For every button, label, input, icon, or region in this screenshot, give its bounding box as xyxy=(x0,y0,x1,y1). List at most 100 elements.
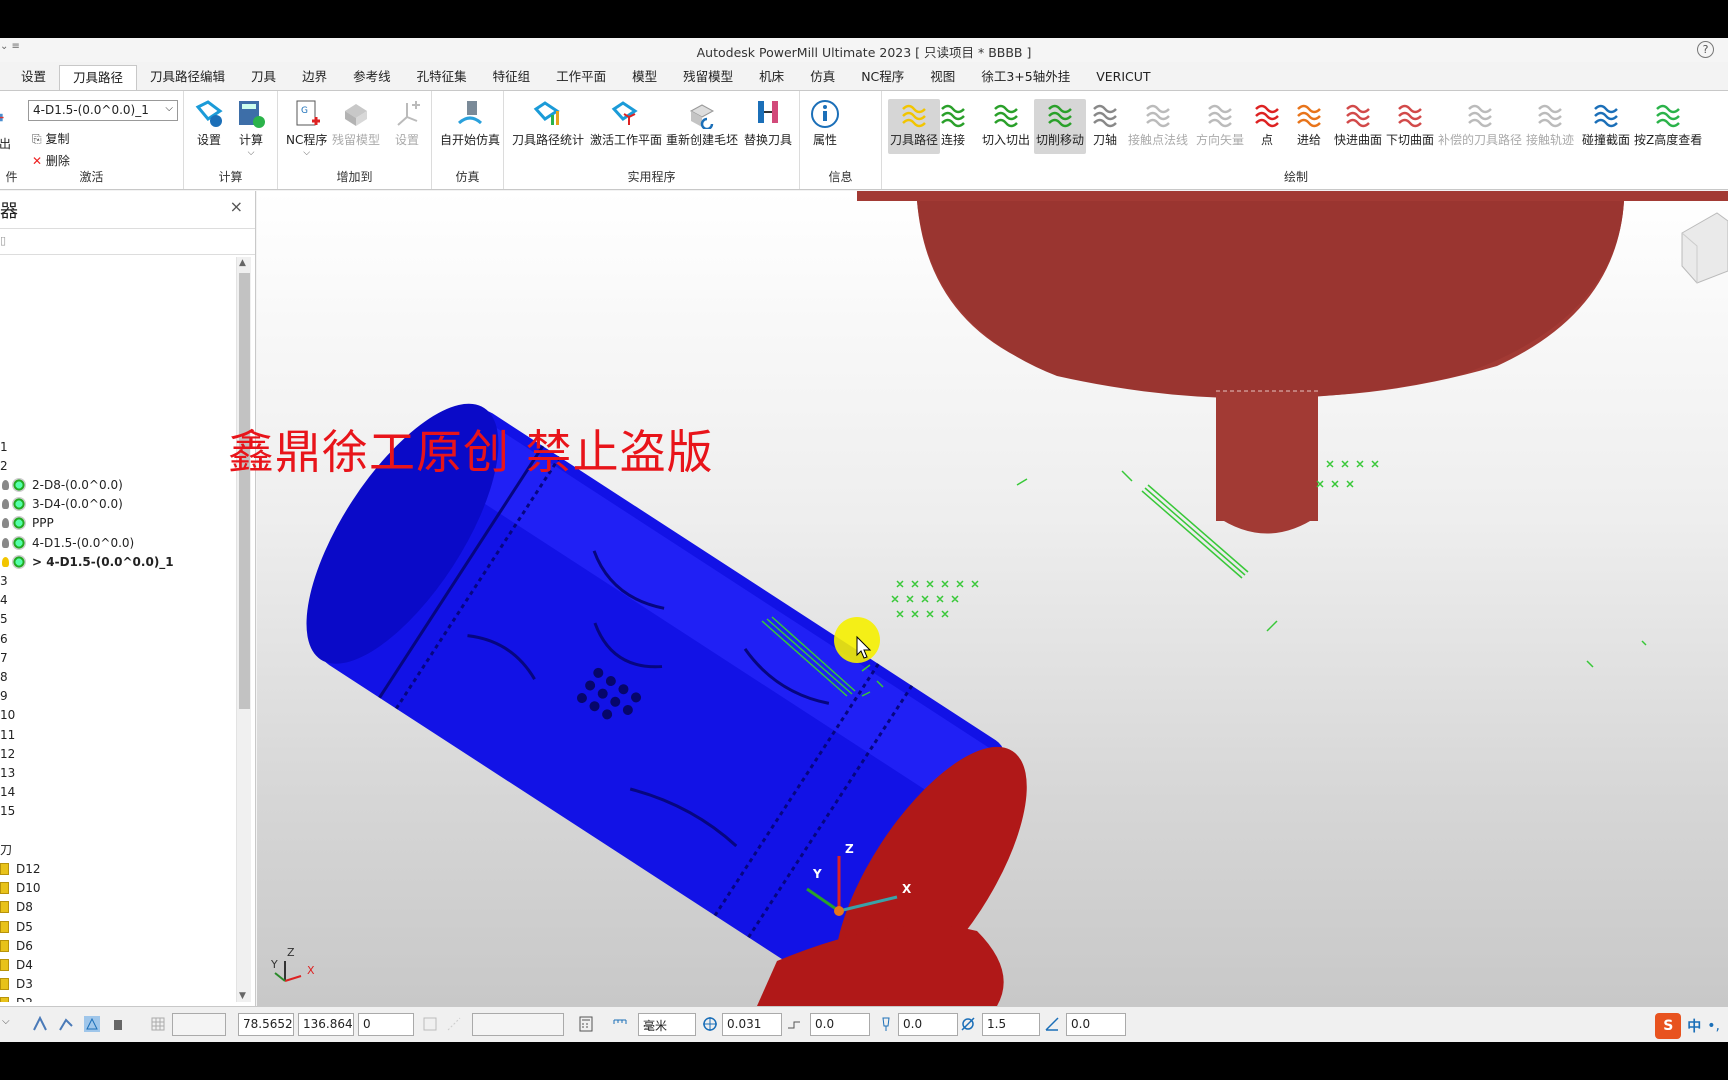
tree-item[interactable]: 4 xyxy=(0,591,8,610)
tab-10[interactable]: 残留模型 xyxy=(670,65,746,90)
add-nc-dropdown-icon[interactable]: ⌵ xyxy=(286,148,327,158)
toolpath-item[interactable]: PPP xyxy=(0,514,54,533)
lightbulb-icon[interactable] xyxy=(2,518,9,529)
workplane-snap-icon[interactable] xyxy=(84,1016,100,1032)
calculator-status-icon[interactable] xyxy=(578,1016,594,1032)
lightbulb-icon[interactable] xyxy=(2,537,9,548)
replace-tool-button[interactable]: 替换刀具 xyxy=(744,99,792,148)
tab-15[interactable]: 徐工3+5轴外挂 xyxy=(968,65,1083,90)
explorer-scrollbar[interactable]: ▲ ▼ xyxy=(236,257,251,1002)
draw-item-8[interactable]: 进给 xyxy=(1294,99,1324,148)
tree-item[interactable]: 3 xyxy=(0,571,8,590)
diameter-field[interactable]: 1.5 xyxy=(982,1013,1040,1036)
graphics-viewport[interactable]: Z Y X Z Y X xyxy=(257,191,1728,1006)
toolpath-item[interactable]: 4-D1.5-(0.0^0.0) xyxy=(0,533,134,552)
draw-item-3[interactable]: 切削移动 xyxy=(1034,99,1087,154)
tree-item[interactable]: 8 xyxy=(0,667,8,686)
tool-item[interactable]: D4 xyxy=(0,955,33,974)
tab-8[interactable]: 工作平面 xyxy=(543,65,619,90)
tree-item[interactable]: 1 xyxy=(0,437,8,456)
scrollbar-thumb[interactable] xyxy=(239,273,250,709)
tree-item[interactable]: 11 xyxy=(0,725,15,744)
draw-item-9[interactable]: 快进曲面 xyxy=(1334,99,1382,148)
axial-thickness-field[interactable]: 0.0 xyxy=(898,1013,958,1036)
tolerance-field[interactable]: 0.031 xyxy=(722,1013,782,1036)
explorer-filter-icon[interactable]: ▯ xyxy=(0,234,6,247)
draw-item-10[interactable]: 下切曲面 xyxy=(1386,99,1434,148)
draw-item-4[interactable]: 刀轴 xyxy=(1090,99,1120,148)
scroll-down-icon[interactable]: ▼ xyxy=(239,991,246,1001)
tab-11[interactable]: 机床 xyxy=(746,65,797,90)
tab-3[interactable]: 刀具 xyxy=(238,65,289,90)
tool-item[interactable]: D3 xyxy=(0,975,33,994)
angle-field[interactable]: 0.0 xyxy=(1066,1013,1126,1036)
compute-button[interactable]: 计算 ⌵ xyxy=(236,99,266,158)
draw-item-14[interactable]: 按Z高度查看 xyxy=(1634,99,1702,148)
output-button[interactable]: 出 xyxy=(0,103,12,152)
grid-field[interactable] xyxy=(172,1013,226,1036)
tab-2[interactable]: 刀具路径编辑 xyxy=(137,65,238,90)
toolpath-item[interactable]: 3-D4-(0.0^0.0) xyxy=(0,495,123,514)
tab-12[interactable]: 仿真 xyxy=(797,65,848,90)
draw-item-2[interactable]: 切入切出 xyxy=(982,99,1030,148)
delete-button[interactable]: ✕ 删除 xyxy=(32,152,70,169)
tab-14[interactable]: 视图 xyxy=(917,65,968,90)
grid-icon[interactable] xyxy=(150,1016,166,1032)
coord-mode-icon[interactable] xyxy=(422,1016,438,1032)
tab-9[interactable]: 模型 xyxy=(619,65,670,90)
lightbulb-icon[interactable] xyxy=(2,479,9,490)
tree-item[interactable]: 13 xyxy=(0,763,15,782)
tool-item[interactable]: D5 xyxy=(0,917,33,936)
units-field[interactable]: 毫米 xyxy=(638,1013,696,1036)
snap-icon[interactable] xyxy=(58,1016,74,1032)
draw-item-0[interactable]: 刀具路径 xyxy=(888,99,941,154)
help-icon[interactable]: ? xyxy=(1697,41,1714,58)
tree-item[interactable]: 7 xyxy=(0,648,8,667)
tab-7[interactable]: 特征组 xyxy=(480,65,544,90)
toolpath-stats-button[interactable]: 刀具路径统计 xyxy=(512,99,584,148)
tree-item[interactable]: 5 xyxy=(0,610,8,629)
tool-item[interactable]: D2 xyxy=(0,994,33,1002)
toolpath-item[interactable]: 2-D8-(0.0^0.0) xyxy=(0,475,123,494)
active-toolpath-select[interactable]: 4-D1.5-(0.0^0.0)_1 ⌵ xyxy=(28,100,178,121)
rebuild-stock-button[interactable]: 重新创建毛坯 xyxy=(666,99,738,148)
toolpath-settings-button[interactable]: 设置 xyxy=(194,99,224,148)
draw-item-13[interactable]: 碰撞截面 xyxy=(1582,99,1630,148)
status-dropdown-icon[interactable]: ⌵ xyxy=(2,1016,18,1032)
tree-item[interactable]: 2 xyxy=(0,456,8,475)
tool-item[interactable]: D10 xyxy=(0,879,41,898)
ime-indicator[interactable]: S 中 •, xyxy=(1655,1013,1720,1039)
lightbulb-icon[interactable] xyxy=(2,499,9,510)
tree-item[interactable]: 14 xyxy=(0,783,15,802)
y-coordinate-field[interactable]: 136.864 xyxy=(298,1013,354,1036)
draw-item-7[interactable]: 点 xyxy=(1252,99,1282,148)
tree-item[interactable]: 12 xyxy=(0,744,15,763)
tree-item[interactable]: 10 xyxy=(0,706,15,725)
tree-item[interactable]: 9 xyxy=(0,687,8,706)
add-nc-button[interactable]: G NC程序 ⌵ xyxy=(286,99,327,158)
tool-item[interactable]: D6 xyxy=(0,936,33,955)
compute-dropdown-icon[interactable]: ⌵ xyxy=(236,148,266,158)
draw-item-1[interactable]: 连接 xyxy=(938,99,968,148)
scroll-up-icon[interactable]: ▲ xyxy=(239,258,246,268)
close-icon[interactable]: × xyxy=(230,197,243,216)
tool-item[interactable]: D8 xyxy=(0,898,33,917)
tab-6[interactable]: 孔特征集 xyxy=(404,65,480,90)
tree-item[interactable]: 刀 xyxy=(0,840,12,859)
thickness-field[interactable]: 0.0 xyxy=(810,1013,870,1036)
z-coordinate-field[interactable]: 0 xyxy=(358,1013,414,1036)
tab-5[interactable]: 参考线 xyxy=(340,65,404,90)
copy-button[interactable]: ⎘ 复制 xyxy=(32,130,69,147)
x-coordinate-field[interactable]: 78.5652 xyxy=(238,1013,294,1036)
toolpath-item[interactable]: > 4-D1.5-(0.0^0.0)_1 xyxy=(0,552,174,571)
tab-16[interactable]: VERICUT xyxy=(1083,65,1163,90)
tree-item[interactable]: 15 xyxy=(0,802,15,821)
tab-1[interactable]: 刀具路径 xyxy=(59,65,138,90)
tab-13[interactable]: NC程序 xyxy=(848,65,917,90)
activate-workplane-button[interactable]: 激活工作平面 xyxy=(590,99,662,148)
hand-icon[interactable] xyxy=(110,1016,126,1032)
properties-button[interactable]: 属性 xyxy=(810,99,840,148)
pick-icon[interactable] xyxy=(32,1016,48,1032)
tab-0[interactable]: 设置 xyxy=(8,65,59,90)
lightbulb-icon[interactable] xyxy=(2,556,9,567)
